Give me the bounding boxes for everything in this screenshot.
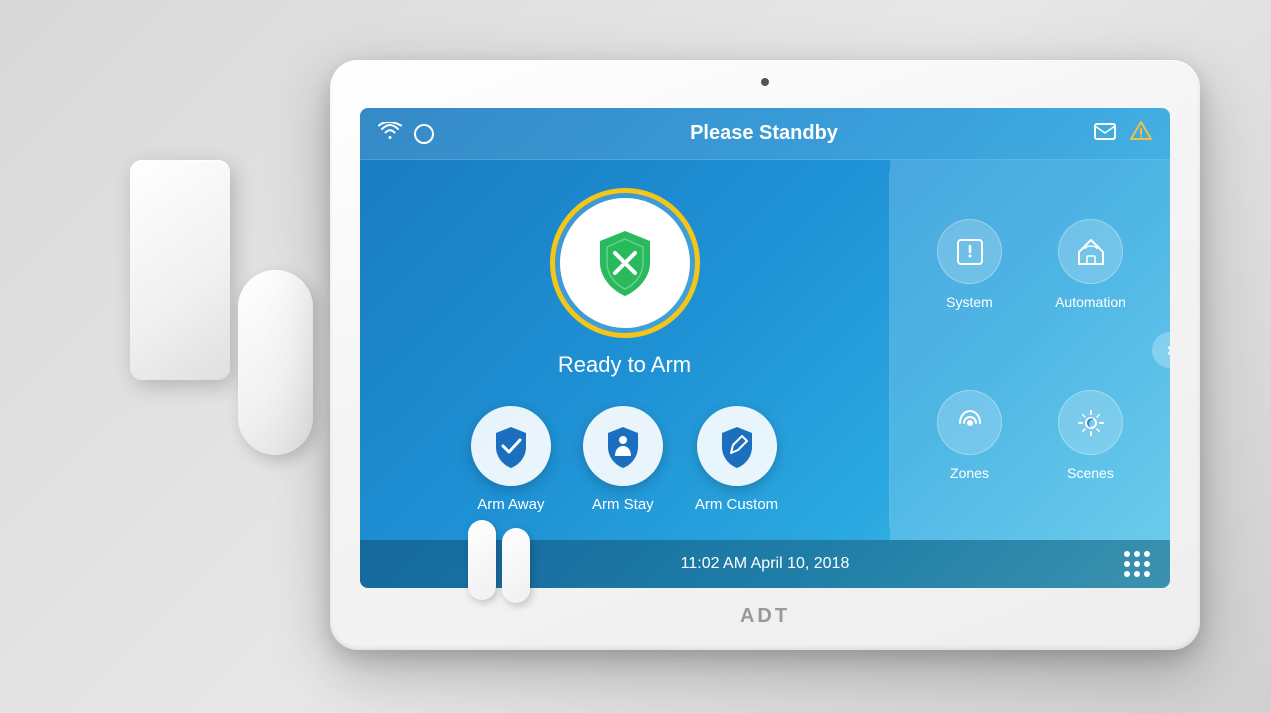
dot-2 [1134,551,1140,557]
motion-sensor-large [130,160,230,380]
sensor-medium [238,270,313,455]
dot-6 [1144,561,1150,567]
chevron-right-button[interactable]: › [1152,332,1170,368]
automation-icon-circle [1058,219,1123,284]
arm-custom-shield-icon [714,423,760,469]
arm-stay-shield-icon [600,423,646,469]
left-panel: Ready to Arm Arm Away [360,160,889,540]
message-icon[interactable] [1094,123,1116,145]
dot-9 [1144,571,1150,577]
status-icons-left [378,122,434,145]
ready-label: Ready to Arm [558,352,691,378]
system-icon [954,236,986,268]
door-contact-2 [502,528,530,603]
door-contact-1 [468,520,496,600]
camera [761,78,769,86]
nav-system[interactable]: System [910,180,1029,349]
dot-1 [1124,551,1130,557]
arm-away-label: Arm Away [477,496,544,513]
alert-icon[interactable] [1130,121,1152,146]
dot-5 [1134,561,1140,567]
automation-label: Automation [1055,294,1126,310]
system-icon-circle [937,219,1002,284]
datetime: 11:02 AM April 10, 2018 [681,555,850,573]
status-title: Please Standby [434,122,1094,145]
arm-away-shield-icon [488,423,534,469]
screen: Please Standby [360,108,1170,588]
automation-icon [1075,236,1107,268]
system-label: System [946,294,993,310]
arm-custom-label: Arm Custom [695,496,778,513]
arm-buttons: Arm Away [471,406,778,513]
zones-icon [954,407,986,439]
arm-away-circle [471,406,551,486]
arm-stay-circle [583,406,663,486]
nav-scenes[interactable]: Scenes [1031,351,1150,520]
dot-3 [1144,551,1150,557]
arm-stay-button[interactable]: Arm Stay [583,406,663,513]
dot-7 [1124,571,1130,577]
nav-automation[interactable]: Automation [1031,180,1150,349]
wifi-icon [378,122,402,145]
dot-8 [1134,571,1140,577]
scenes-label: Scenes [1067,465,1114,481]
zones-label: Zones [950,465,989,481]
arm-stay-label: Arm Stay [592,496,654,513]
arm-away-button[interactable]: Arm Away [471,406,551,513]
shield-status[interactable] [550,188,700,338]
arm-custom-button[interactable]: Arm Custom [695,406,778,513]
shield-icon [585,223,665,303]
tablet-device: ADT [330,60,1200,650]
signal-icon [414,124,434,144]
zones-icon-circle [937,390,1002,455]
right-panel: System Automa [890,160,1170,540]
status-bar: Please Standby [360,108,1170,160]
menu-dots[interactable] [1124,551,1150,577]
dot-4 [1124,561,1130,567]
status-icons-right [1094,121,1152,146]
shield-inner [560,198,690,328]
scenes-icon-circle [1058,390,1123,455]
scenes-icon [1075,407,1107,439]
arm-custom-circle [697,406,777,486]
adt-logo: ADT [740,605,790,628]
nav-zones[interactable]: Zones [910,351,1029,520]
main-content: Ready to Arm Arm Away [360,160,1170,540]
scene: ADT [0,0,1271,713]
